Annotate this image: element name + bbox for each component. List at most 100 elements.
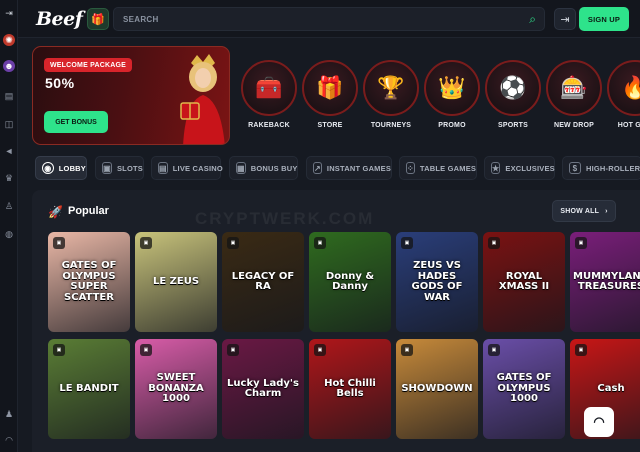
welcome-percent: 50% [45,75,75,91]
tab-label: BONUS BUY [250,163,298,173]
user-icon[interactable]: ♟ [3,408,15,420]
game-tile[interactable]: ▣ GATES OF OLYMPUS SUPER SCATTER [48,232,130,332]
crown-icon: 👑 [424,60,480,116]
compass-icon: ◉ [42,162,54,174]
game-title: Cash [597,382,625,394]
category-new-drop-game[interactable]: 🎰 NEW DROP [546,60,602,130]
category-hot-game[interactable]: 🔥 HOT GAM [607,60,640,130]
gift-button[interactable]: 🎁 [87,8,109,30]
signup-button[interactable]: SIGN UP [579,7,629,31]
banner-illustration [180,54,225,144]
category-store-chest[interactable]: 🎁 STORE [302,60,358,130]
game-title: Lucky Lady's Charm [227,377,299,399]
live-icon: ▤ [158,162,168,174]
tab-high-roller[interactable]: $ HIGH-ROLLER [562,156,640,180]
game-tile[interactable]: ▣ Donny & Danny [309,232,391,332]
provider-badge-icon: ▣ [53,237,65,249]
headset-icon: ◠ [593,414,605,429]
game-title: GATES OF OLYMPUS 1000 [496,372,552,405]
provider-badge-icon: ▣ [401,237,413,249]
provider-badge-icon: ▣ [401,344,413,356]
brand-logo[interactable]: Beef [36,8,83,30]
tab-label: TABLE GAMES [419,163,477,173]
login-button[interactable]: ⇥ [554,8,576,30]
store-chest-icon: 🎁 [302,60,358,116]
gift-icon[interactable]: ▤ [3,90,15,102]
dice-icon: ⁘ [406,162,415,174]
welcome-banner[interactable]: WELCOME PACKAGE 50% GET BONUS [32,46,230,145]
login-icon: ⇥ [560,13,570,26]
game-title: SWEET BONANZA 1000 [148,372,204,405]
popular-section: 🚀 Popular CRYPTWERK.COM SHOW ALL › ▣ GATE… [32,190,640,452]
avatar-icon[interactable]: ☻ [3,60,15,72]
provider-badge-icon: ▣ [53,344,65,356]
game-tile[interactable]: ▣ GATES OF OLYMPUS 1000 [483,339,565,439]
game-tile[interactable]: ▣ LEGACY OF RA [222,232,304,332]
game-tile[interactable]: ▣ Lucky Lady's Charm [222,339,304,439]
game-tile[interactable]: ▣ MUMMYLAND TREASURES [570,232,640,332]
provider-badge-icon: ▣ [488,237,500,249]
get-bonus-button[interactable]: GET BONUS [44,111,108,133]
welcome-badge: WELCOME PACKAGE [44,58,132,72]
game-title: ROYAL XMASS II [498,270,550,292]
tab-label: LOBBY [58,163,86,173]
category-label: HOT GAM [617,122,640,129]
new-drop-game-icon: 🎰 [546,60,602,116]
game-tile[interactable]: ▣ SWEET BONANZA 1000 [135,339,217,439]
section-title: Popular [68,205,109,217]
wheel-icon[interactable]: ✺ [3,34,15,46]
game-title: ZEUS VS HADES GODS OF WAR [411,260,463,303]
headset-icon[interactable]: ◠ [3,434,15,446]
provider-badge-icon: ▣ [314,344,326,356]
game-title: GATES OF OLYMPUS SUPER SCATTER [61,260,117,303]
collapse-menu-icon[interactable]: ⇥ [3,7,15,19]
tab-table-games[interactable]: ⁘ TABLE GAMES [399,156,477,180]
trophy-icon[interactable]: ♙ [3,200,15,212]
search-input[interactable]: SEARCH ⌕ [113,7,545,31]
category-tabs: ◉ LOBBY ▣ SLOTS ▤ LIVE CASINO ▦ BONUS BUY ↗ INSTA… [32,156,640,182]
tab-bonus-buy[interactable]: ▦ BONUS BUY [229,156,298,180]
gift-icon: 🎁 [91,13,105,26]
tab-instant-games[interactable]: ↗ INSTANT GAMES [306,156,392,180]
game-tile[interactable]: ▣ ROYAL XMASS II [483,232,565,332]
globe-icon[interactable]: ◍ [3,228,15,240]
category-soccer-ball[interactable]: ⚽ SPORTS [485,60,541,130]
game-title: LE BANDIT [59,382,119,394]
show-all-label: SHOW ALL [560,207,600,215]
game-tile[interactable]: ▣ SHOWDOWN [396,339,478,439]
tab-label: LIVE CASINO [172,163,223,173]
crown-icon[interactable]: ♛ [3,172,15,184]
tab-label: HIGH-ROLLER [586,163,640,173]
game-tile[interactable]: ▣ LE ZEUS [135,232,217,332]
provider-badge-icon: ▣ [488,344,500,356]
game-title: LE ZEUS [152,275,200,287]
left-rail: ⇥ ✺ ☻ ▤ ◫ ◄ ♛ ♙ ◍ ♟ ◠ [0,0,18,452]
show-all-button[interactable]: SHOW ALL › [552,200,616,222]
tab-lobby[interactable]: ◉ LOBBY [35,156,87,180]
provider-badge-icon: ▣ [575,237,587,249]
chevron-right-icon: › [605,207,608,215]
tab-label: SLOTS [116,163,143,173]
basket-icon[interactable]: ◫ [3,118,15,130]
game-title: Hot Chilli Bells [324,377,376,399]
game-tile[interactable]: ▣ LE BANDIT [48,339,130,439]
tab-live-casino[interactable]: ▤ LIVE CASINO [151,156,223,180]
star-icon: ★ [491,162,501,174]
trophy-icon: 🏆 [363,60,419,116]
support-chat-button[interactable]: ◠ [584,407,614,437]
slot-icon: ▣ [102,162,112,174]
game-tile[interactable]: ▣ Hot Chilli Bells [309,339,391,439]
tab-label: EXCLUSIVES [505,163,555,173]
category-treasure-chest[interactable]: 🧰 RAKEBACK [241,60,297,130]
megaphone-icon[interactable]: ◄ [3,145,15,157]
search-icon[interactable]: ⌕ [529,12,536,27]
dollar-icon: $ [569,162,581,174]
category-crown[interactable]: 👑 PROMO [424,60,480,130]
game-tile[interactable]: ▣ ZEUS VS HADES GODS OF WAR [396,232,478,332]
tab-slots[interactable]: ▣ SLOTS [95,156,144,180]
tab-label: INSTANT GAMES [326,163,392,173]
rocket-icon: 🚀 [48,205,63,219]
category-trophy[interactable]: 🏆 TOURNEYS [363,60,419,130]
tab-exclusives[interactable]: ★ EXCLUSIVES [484,156,555,180]
provider-badge-icon: ▣ [227,237,239,249]
